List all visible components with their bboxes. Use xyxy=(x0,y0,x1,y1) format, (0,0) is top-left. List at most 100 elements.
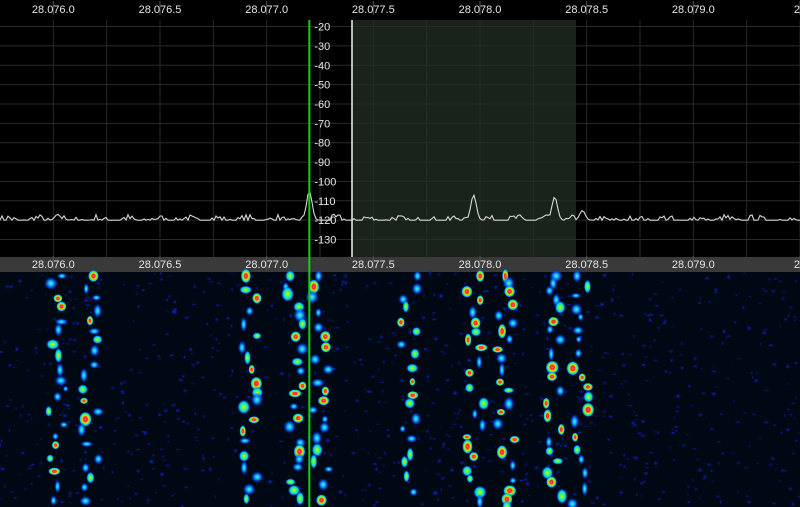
waterfall-signal-blob xyxy=(574,348,583,359)
waterfall-noise-speck xyxy=(618,462,623,467)
waterfall-signal-blob xyxy=(572,269,582,283)
waterfall-noise-speck xyxy=(451,496,456,500)
waterfall-signal-blob xyxy=(310,453,318,470)
level-tick-label: -60 xyxy=(314,99,330,111)
spectrum-panel[interactable]: 28.076.0 28.076.5 28.077.0 28.077.5 28.078.0… xyxy=(0,0,800,257)
waterfall-signal-blob xyxy=(239,425,247,437)
waterfall-signal-blob xyxy=(244,350,251,366)
waterfall-noise-speck xyxy=(26,367,30,374)
waterfall-noise-speck xyxy=(160,472,165,477)
waterfall-noise-speck xyxy=(183,486,190,489)
waterfall-noise-speck xyxy=(521,351,525,357)
waterfall-noise-speck xyxy=(743,466,750,470)
waterfall-noise-speck xyxy=(69,297,72,302)
waterfall-noise-speck xyxy=(147,282,154,286)
waterfall-noise-speck xyxy=(674,429,678,433)
waterfall-noise-speck xyxy=(453,411,456,416)
waterfall-noise-speck xyxy=(225,315,231,321)
waterfall-noise-speck xyxy=(196,427,201,432)
waterfall-noise-speck xyxy=(230,411,236,415)
waterfall-signal-blob xyxy=(404,397,416,409)
waterfall-noise-speck xyxy=(428,446,434,451)
waterfall-signal-blob xyxy=(498,361,506,378)
waterfall-noise-speck xyxy=(168,353,175,357)
waterfall-noise-speck xyxy=(382,401,388,404)
waterfall-signal-blob xyxy=(295,342,309,356)
waterfall-noise-speck xyxy=(168,275,172,278)
waterfall-noise-speck xyxy=(205,322,210,326)
waterfall-signal-blob xyxy=(572,444,582,456)
waterfall-noise-speck xyxy=(419,501,425,507)
waterfall-noise-speck xyxy=(756,462,759,465)
waterfall-noise-speck xyxy=(411,299,417,305)
waterfall-noise-speck xyxy=(170,308,177,314)
waterfall-noise-speck xyxy=(245,395,252,399)
waterfall-noise-speck xyxy=(669,357,674,363)
waterfall-noise-speck xyxy=(401,395,406,399)
waterfall-noise-speck xyxy=(594,304,600,308)
waterfall-noise-speck xyxy=(674,405,682,410)
waterfall-signal-blob xyxy=(292,413,304,424)
waterfall-signal-blob xyxy=(43,276,58,291)
waterfall-noise-speck xyxy=(385,428,391,432)
frequency-tick-label: 28 xyxy=(794,259,800,271)
waterfall-noise-speck xyxy=(758,301,762,305)
waterfall-signal-blob xyxy=(464,333,472,347)
waterfall-noise-speck xyxy=(353,428,360,432)
waterfall-noise-speck xyxy=(651,375,655,378)
waterfall-noise-speck xyxy=(365,284,370,288)
waterfall-noise-speck xyxy=(390,331,397,335)
waterfall-noise-speck xyxy=(30,481,34,486)
waterfall-signal-blob xyxy=(556,488,568,505)
waterfall-noise-speck xyxy=(644,461,649,466)
waterfall-noise-speck xyxy=(724,336,729,339)
waterfall-noise-speck xyxy=(392,334,398,337)
waterfall-noise-speck xyxy=(697,301,702,305)
waterfall-signal-blob xyxy=(48,467,61,476)
waterfall-noise-speck xyxy=(529,418,535,424)
waterfall-noise-speck xyxy=(524,481,532,487)
waterfall-noise-speck xyxy=(785,408,792,411)
waterfall-noise-speck xyxy=(756,436,764,440)
waterfall-signal-blob xyxy=(245,306,254,316)
waterfall-noise-speck xyxy=(639,480,644,486)
waterfall-noise-speck xyxy=(679,341,684,347)
waterfall-noise-speck xyxy=(241,308,245,311)
waterfall-noise-speck xyxy=(687,384,692,389)
waterfall-noise-speck xyxy=(167,293,172,299)
waterfall-noise-speck xyxy=(752,377,760,384)
waterfall-noise-speck xyxy=(745,325,753,331)
waterfall-noise-speck xyxy=(311,316,314,320)
level-tick-label: -110 xyxy=(314,196,335,208)
waterfall-signal-blob xyxy=(285,478,296,486)
frequency-tick-label: 28.076.0 xyxy=(32,259,75,271)
waterfall-display[interactable] xyxy=(0,268,800,507)
waterfall-noise-speck xyxy=(620,363,628,368)
waterfall-signal-blob xyxy=(240,460,248,476)
waterfall-noise-speck xyxy=(488,433,495,436)
waterfall-noise-speck xyxy=(182,355,187,360)
waterfall-noise-speck xyxy=(377,486,383,491)
waterfall-signal-blob xyxy=(582,382,594,391)
waterfall-noise-speck xyxy=(709,426,715,432)
waterfall-noise-speck xyxy=(35,350,39,355)
waterfall-noise-speck xyxy=(602,391,607,394)
waterfall-noise-speck xyxy=(688,404,695,407)
waterfall-noise-speck xyxy=(736,490,741,495)
waterfall-signal-blob xyxy=(477,396,490,411)
waterfall-noise-speck xyxy=(313,370,318,376)
waterfall-signal-blob xyxy=(503,285,516,298)
waterfall-signal-blob xyxy=(317,395,330,406)
waterfall-signal-blob xyxy=(491,346,504,353)
waterfall-noise-speck xyxy=(321,310,326,314)
waterfall-signal-blob xyxy=(462,439,473,454)
waterfall-noise-speck xyxy=(735,357,743,361)
waterfall-noise-speck xyxy=(288,312,294,319)
level-tick-label: -70 xyxy=(314,118,330,130)
waterfall-signal-blob xyxy=(554,334,567,346)
waterfall-noise-speck xyxy=(67,491,74,496)
waterfall-noise-speck xyxy=(643,471,649,476)
waterfall-noise-speck xyxy=(763,388,771,393)
waterfall-noise-speck xyxy=(209,333,213,338)
waterfall-noise-speck xyxy=(420,315,427,321)
